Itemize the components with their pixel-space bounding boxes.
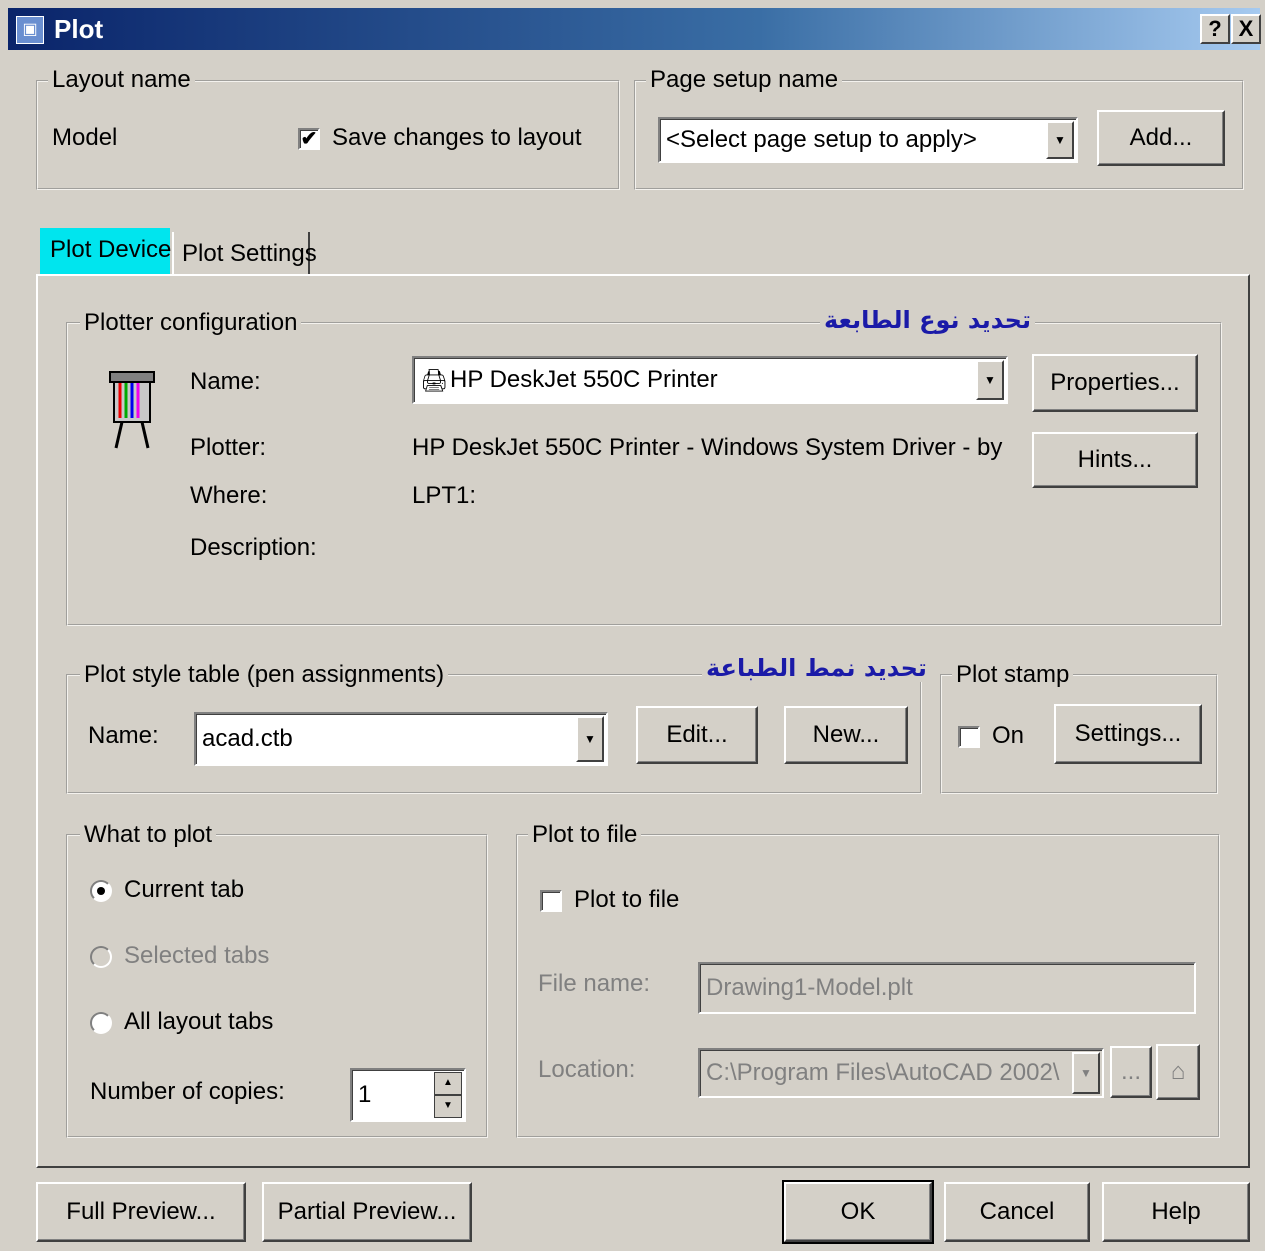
layout-name-legend: Layout name [48, 66, 195, 94]
copies-stepper[interactable]: 1 ▲ ▼ [350, 1068, 466, 1122]
full-preview-button[interactable]: Full Preview... [36, 1182, 246, 1242]
what-to-plot-legend: What to plot [80, 821, 217, 849]
window-title: Plot [54, 14, 104, 44]
stepper-down-icon[interactable]: ▼ [434, 1095, 462, 1118]
selected-tabs-label[interactable]: Selected tabs [124, 942, 269, 970]
plot-style-legend: Plot style table (pen assignments) [80, 661, 449, 689]
browse-location-button[interactable]: ... [1110, 1046, 1152, 1098]
ok-button[interactable]: OK [782, 1180, 934, 1244]
copies-value: 1 [358, 1081, 372, 1108]
location-select[interactable]: C:\Program Files\AutoCAD 2002\ ▼ [698, 1048, 1104, 1098]
all-layout-tabs-label[interactable]: All layout tabs [124, 1008, 273, 1036]
location-value: C:\Program Files\AutoCAD 2002\ [706, 1059, 1060, 1086]
plotter-icon [109, 371, 155, 449]
plot-stamp-legend: Plot stamp [952, 661, 1074, 689]
plotter-label: Plotter: [190, 434, 267, 461]
plot-style-annotation: تحديد نمط الطباعة [702, 654, 931, 682]
layout-name-value: Model [52, 124, 118, 151]
file-name-value: Drawing1-Model.plt [706, 974, 913, 1001]
chevron-down-icon[interactable]: ▼ [976, 360, 1004, 400]
edit-plot-style-button[interactable]: Edit... [636, 706, 758, 764]
chevron-down-icon[interactable]: ▼ [576, 716, 604, 762]
plot-style-value: acad.ctb [202, 725, 293, 752]
printer-icon: 🖨 [420, 368, 448, 393]
add-page-setup-button[interactable]: Add... [1097, 110, 1225, 166]
radio-all-layout-tabs[interactable] [90, 1012, 112, 1034]
description-label: Description: [190, 534, 317, 561]
save-changes-label[interactable]: Save changes to layout [332, 124, 582, 152]
where-label: Where: [190, 482, 268, 509]
plot-stamp-on-checkbox[interactable] [958, 726, 980, 748]
plot-style-select[interactable]: acad.ctb ▼ [194, 712, 608, 766]
tab-plot-settings[interactable]: Plot Settings [172, 232, 317, 276]
page-setup-legend: Page setup name [646, 66, 843, 94]
stepper-up-icon[interactable]: ▲ [434, 1072, 462, 1095]
plotter-type-annotation: تحديد نوع الطابعة [820, 306, 1035, 334]
cancel-button[interactable]: Cancel [944, 1182, 1090, 1242]
where-value: LPT1: [412, 482, 477, 509]
plotter-config-legend: Plotter configuration [80, 309, 302, 337]
page-setup-value: <Select page setup to apply> [666, 126, 977, 153]
file-name-field[interactable]: Drawing1-Model.plt [698, 962, 1196, 1014]
chevron-down-icon[interactable]: ▼ [1072, 1052, 1100, 1094]
plot-to-file-label[interactable]: Plot to file [574, 886, 679, 914]
chevron-down-icon[interactable]: ▼ [1046, 121, 1074, 159]
plotter-name-select[interactable]: HP DeskJet 550C Printer 🖨 ▼ [412, 356, 1008, 404]
help-title-button[interactable]: ? [1200, 14, 1230, 44]
help-button[interactable]: Help [1102, 1182, 1250, 1242]
plot-to-file-checkbox[interactable] [540, 890, 562, 912]
plot-dialog: ▣ Plot ? X Layout name Model ✔ Save chan… [0, 0, 1265, 1251]
radio-current-tab[interactable] [90, 880, 112, 902]
plot-to-file-legend: Plot to file [528, 821, 642, 849]
location-label: Location: [538, 1056, 636, 1083]
plotter-value: HP DeskJet 550C Printer - Windows System… [412, 434, 1003, 461]
copies-label: Number of copies: [90, 1078, 285, 1105]
title-bar[interactable]: ▣ Plot ? X [8, 8, 1261, 50]
tab-plot-device[interactable]: Plot Device [40, 228, 171, 276]
close-title-button[interactable]: X [1231, 14, 1261, 44]
radio-selected-tabs[interactable] [90, 946, 112, 968]
new-plot-style-button[interactable]: New... [784, 706, 908, 764]
app-icon: ▣ [16, 16, 44, 44]
plotter-name-value: HP DeskJet 550C Printer [450, 366, 718, 393]
plotter-name-label: Name: [190, 368, 261, 395]
page-setup-select[interactable]: <Select page setup to apply> ▼ [658, 117, 1078, 163]
plot-stamp-settings-button[interactable]: Settings... [1054, 704, 1202, 764]
properties-button[interactable]: Properties... [1032, 354, 1198, 412]
plot-stamp-on-label[interactable]: On [992, 722, 1024, 750]
plot-style-name-label: Name: [88, 722, 159, 749]
partial-preview-button[interactable]: Partial Preview... [262, 1182, 472, 1242]
current-tab-label[interactable]: Current tab [124, 876, 244, 904]
hints-button[interactable]: Hints... [1032, 432, 1198, 488]
save-changes-checkbox[interactable]: ✔ [298, 128, 320, 150]
folder-icon[interactable]: ⌂ [1156, 1044, 1200, 1100]
file-name-label: File name: [538, 970, 651, 997]
